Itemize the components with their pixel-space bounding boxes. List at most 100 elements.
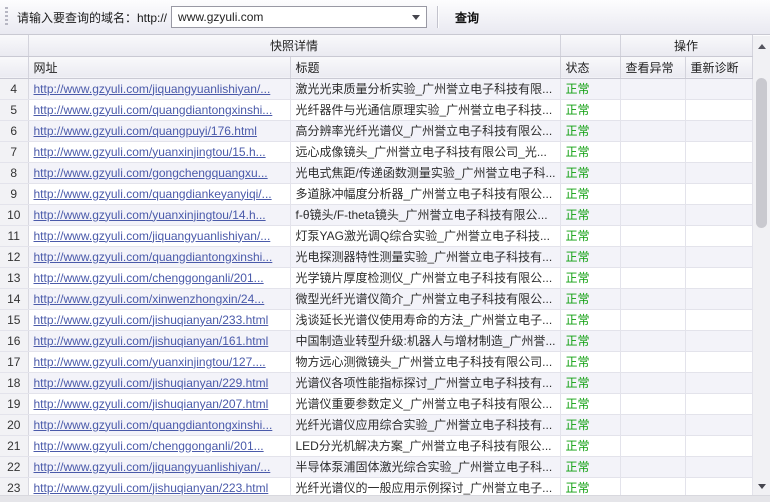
scrollbar-thumb[interactable]	[756, 78, 767, 228]
view-error-cell	[620, 120, 685, 141]
table-row: 10http://www.gzyuli.com/yuanxinjingtou/1…	[0, 204, 752, 225]
status-cell: 正常	[560, 288, 620, 309]
row-number-cell: 9	[0, 183, 28, 204]
chevron-down-icon[interactable]	[406, 15, 426, 20]
table-row: 15http://www.gzyuli.com/jishuqianyan/233…	[0, 309, 752, 330]
table-row: 6 http://www.gzyuli.com/quangpuyi/176.htm…	[0, 120, 752, 141]
snapshot-table: 快照详情 操作 网址 标题 状态 查看异常 重新诊断 4http://www.g…	[0, 35, 753, 499]
url-link[interactable]: http://www.gzyuli.com/quangpuyi/176.html	[34, 124, 257, 138]
url-link[interactable]: http://www.gzyuli.com/jiquangyuanlishiya…	[34, 460, 271, 474]
url-cell: http://www.gzyuli.com/yuanxinjingtou/127…	[28, 351, 290, 372]
title-cell: 光纤器件与光通信原理实验_广州誉立电子科技...	[290, 99, 560, 120]
view-error-cell	[620, 435, 685, 456]
url-cell: http://www.gzyuli.com/chenggonganli/201.…	[28, 267, 290, 288]
toolbar-separator	[437, 6, 438, 28]
url-link[interactable]: http://www.gzyuli.com/gongchengquangxu..…	[34, 166, 268, 180]
row-number-cell: 16	[0, 330, 28, 351]
rediagnose-cell	[685, 330, 752, 351]
url-link[interactable]: http://www.gzyuli.com/quangdiantongxinsh…	[34, 418, 273, 432]
status-cell: 正常	[560, 141, 620, 162]
view-error-cell	[620, 99, 685, 120]
scroll-down-icon[interactable]	[753, 478, 770, 495]
view-error-cell	[620, 456, 685, 477]
row-number-cell: 6	[0, 120, 28, 141]
title-cell: f-θ镜头/F-theta镜头_广州誉立电子科技有限公...	[290, 204, 560, 225]
title-cell: 微型光纤光谱仪简介_广州誉立电子科技有限公...	[290, 288, 560, 309]
rediagnose-cell	[685, 456, 752, 477]
url-link[interactable]: http://www.gzyuli.com/jishuqianyan/161.h…	[34, 334, 269, 348]
scroll-up-icon[interactable]	[753, 38, 770, 55]
url-link[interactable]: http://www.gzyuli.com/quangdiankeyanyiqi…	[34, 187, 272, 201]
url-link[interactable]: http://www.gzyuli.com/yuanxinjingtou/127…	[34, 355, 266, 369]
corner-header-cell	[0, 35, 28, 56]
rediagnose-cell	[685, 267, 752, 288]
vertical-scrollbar[interactable]	[753, 36, 770, 497]
url-cell: http://www.gzyuli.com/xinwenzhongxin/24.…	[28, 288, 290, 309]
view-error-cell	[620, 288, 685, 309]
url-link[interactable]: http://www.gzyuli.com/chenggonganli/201.…	[34, 439, 264, 453]
table-row: 8http://www.gzyuli.com/gongchengquangxu.…	[0, 162, 752, 183]
url-cell: http://www.gzyuli.com/yuanxinjingtou/15.…	[28, 141, 290, 162]
url-link[interactable]: http://www.gzyuli.com/jishuqianyan/233.h…	[34, 313, 269, 327]
table-row: 22 http://www.gzyuli.com/jiquangyuanlishi…	[0, 456, 752, 477]
status-cell: 正常	[560, 246, 620, 267]
row-number-cell: 12	[0, 246, 28, 267]
query-button[interactable]: 查询	[449, 6, 485, 29]
url-link[interactable]: http://www.gzyuli.com/xinwenzhongxin/24.…	[34, 292, 265, 306]
url-link[interactable]: http://www.gzyuli.com/jishuqianyan/207.h…	[34, 397, 269, 411]
url-cell: http://www.gzyuli.com/quangdiantongxinsh…	[28, 246, 290, 267]
column-header-title: 标题	[290, 56, 560, 78]
row-number-cell: 19	[0, 393, 28, 414]
url-cell: http://www.gzyuli.com/quangdiantongxinsh…	[28, 414, 290, 435]
row-number-header	[0, 56, 28, 78]
rediagnose-cell	[685, 78, 752, 99]
group-header-row: 快照详情 操作	[0, 35, 752, 56]
status-cell: 正常	[560, 351, 620, 372]
row-number-cell: 14	[0, 288, 28, 309]
rediagnose-cell	[685, 162, 752, 183]
url-link[interactable]: http://www.gzyuli.com/jishuqianyan/223.h…	[34, 481, 269, 495]
row-number-cell: 22	[0, 456, 28, 477]
row-number-cell: 11	[0, 225, 28, 246]
row-number-cell: 13	[0, 267, 28, 288]
rediagnose-cell	[685, 120, 752, 141]
row-number-cell: 17	[0, 351, 28, 372]
url-link[interactable]: http://www.gzyuli.com/yuanxinjingtou/14.…	[34, 208, 266, 222]
status-cell: 正常	[560, 456, 620, 477]
url-link[interactable]: http://www.gzyuli.com/jiquangyuanlishiya…	[34, 229, 271, 243]
title-cell: 光谱仪重要参数定义_广州誉立电子科技有限公...	[290, 393, 560, 414]
rediagnose-cell	[685, 435, 752, 456]
domain-combobox[interactable]: www.gzyuli.com	[171, 6, 427, 28]
status-cell: 正常	[560, 372, 620, 393]
title-cell: 光纤光谱仪应用综合实验_广州誉立电子科技有...	[290, 414, 560, 435]
url-link[interactable]: http://www.gzyuli.com/quangdiantongxinsh…	[34, 103, 273, 117]
rediagnose-cell	[685, 204, 752, 225]
column-header-url: 网址	[28, 56, 290, 78]
title-cell: 高分辨率光纤光谱仪_广州誉立电子科技有限公...	[290, 120, 560, 141]
row-number-cell: 20	[0, 414, 28, 435]
url-link[interactable]: http://www.gzyuli.com/jishuqianyan/229.h…	[34, 376, 269, 390]
toolbar-grip-handle[interactable]	[5, 7, 8, 27]
status-cell: 正常	[560, 414, 620, 435]
row-number-cell: 5	[0, 99, 28, 120]
view-error-cell	[620, 351, 685, 372]
title-cell: 浅谈延长光谱仪使用寿命的方法_广州誉立电子...	[290, 309, 560, 330]
url-link[interactable]: http://www.gzyuli.com/chenggonganli/201.…	[34, 271, 264, 285]
rediagnose-cell	[685, 351, 752, 372]
status-cell: 正常	[560, 120, 620, 141]
url-link[interactable]: http://www.gzyuli.com/yuanxinjingtou/15.…	[34, 145, 266, 159]
status-cell: 正常	[560, 309, 620, 330]
title-cell: 中国制造业转型升级:机器人与增材制造_广州誉...	[290, 330, 560, 351]
rediagnose-cell	[685, 393, 752, 414]
view-error-cell	[620, 267, 685, 288]
rediagnose-cell	[685, 309, 752, 330]
rediagnose-cell	[685, 372, 752, 393]
column-header-rediagnose: 重新诊断	[685, 56, 752, 78]
snapshot-tool-window: 请输入要查询的域名：http:// www.gzyuli.com 查询 快照详情…	[0, 0, 770, 501]
url-link[interactable]: http://www.gzyuli.com/quangdiantongxinsh…	[34, 250, 273, 264]
url-cell: http://www.gzyuli.com/jishuqianyan/229.h…	[28, 372, 290, 393]
url-cell: http://www.gzyuli.com/quangdiantongxinsh…	[28, 99, 290, 120]
url-link[interactable]: http://www.gzyuli.com/jiquangyuanlishiya…	[34, 82, 271, 96]
url-cell: http://www.gzyuli.com/jishuqianyan/161.h…	[28, 330, 290, 351]
rediagnose-cell	[685, 414, 752, 435]
